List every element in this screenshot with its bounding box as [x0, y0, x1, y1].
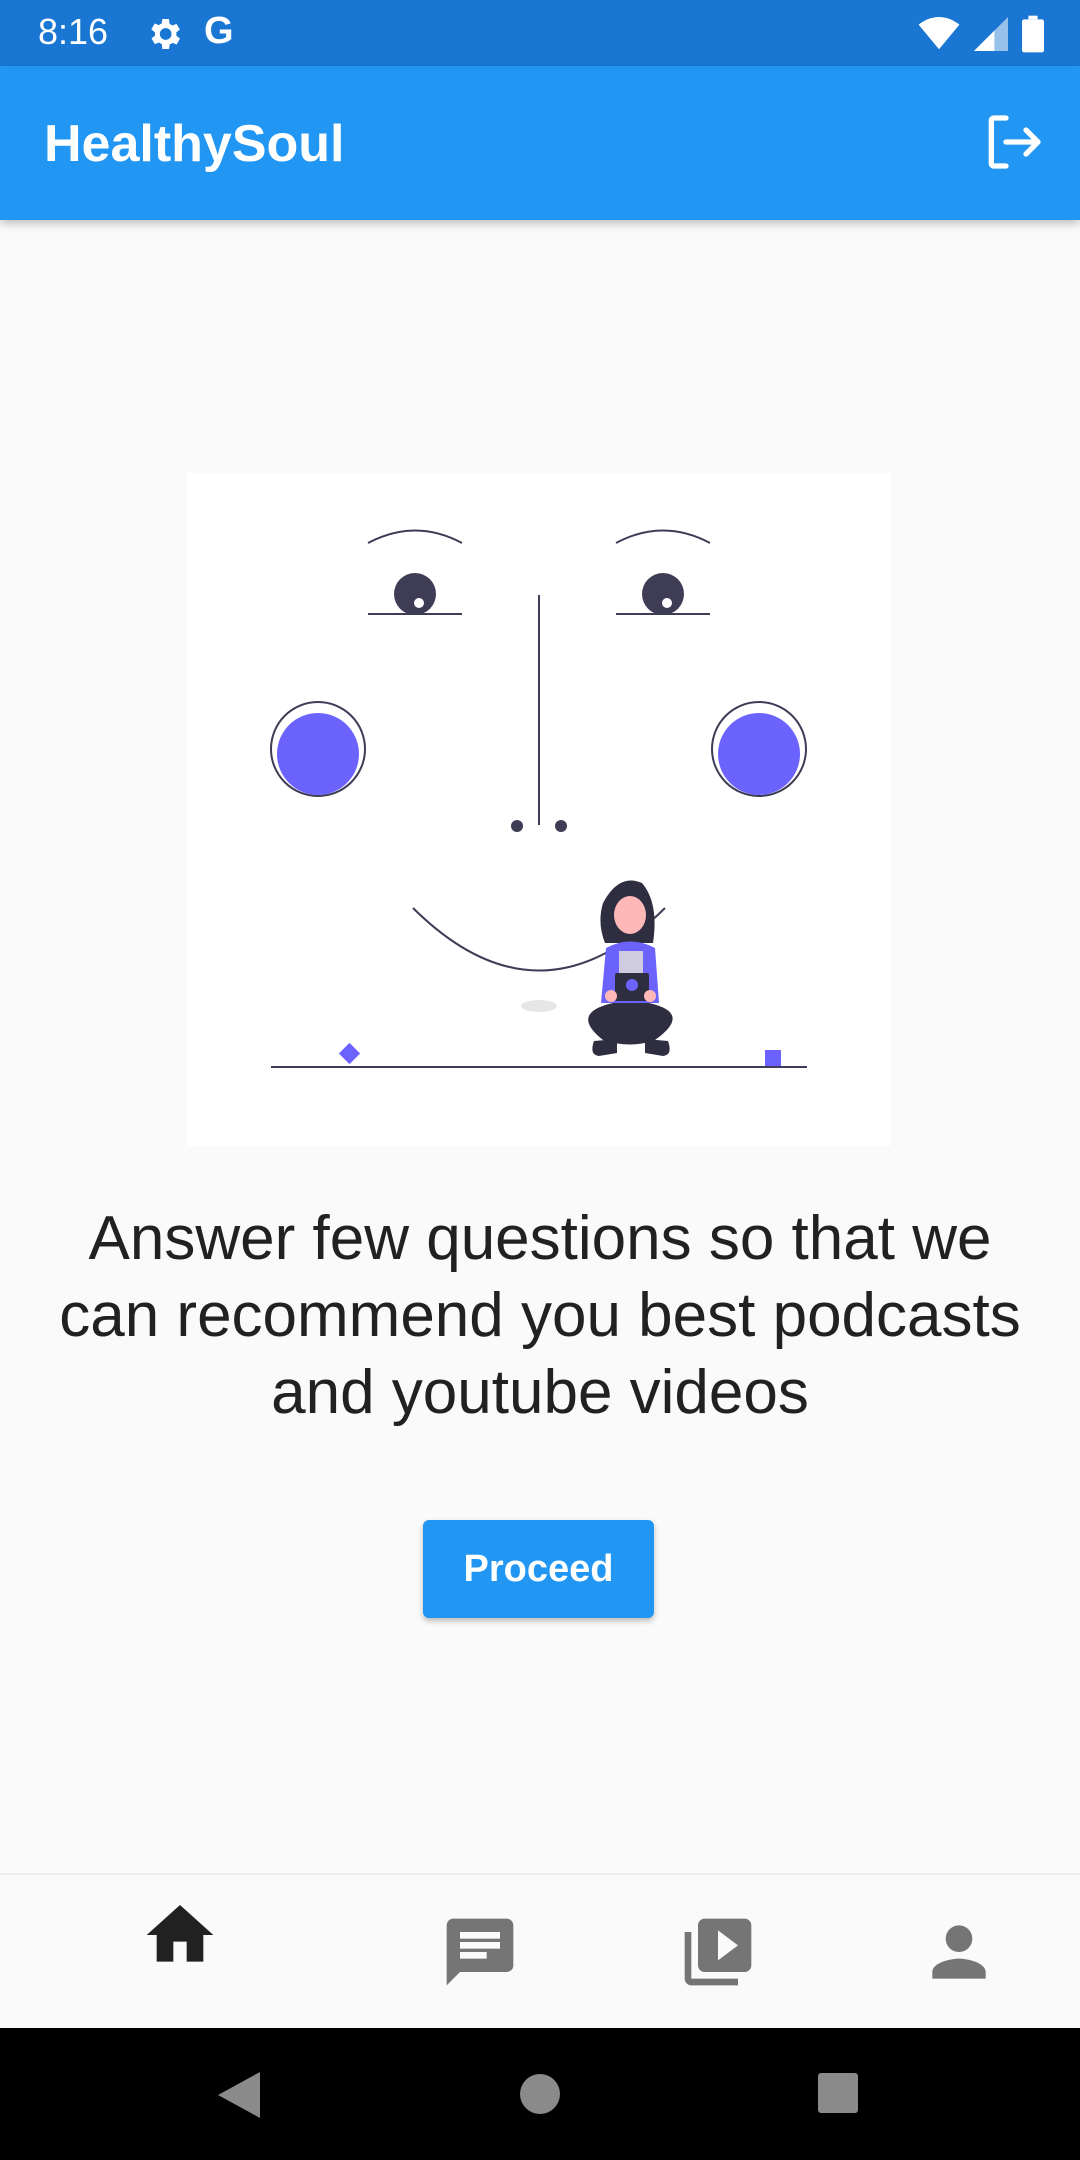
face-illustration: [187, 473, 891, 1146]
person-icon[interactable]: [919, 1912, 999, 1992]
app-bar: HealthySoul: [0, 66, 1080, 220]
back-icon[interactable]: [216, 2070, 262, 2120]
video-library-icon[interactable]: [678, 1912, 758, 1992]
logout-icon[interactable]: [982, 110, 1046, 174]
system-navigation-bar: [0, 2028, 1080, 2160]
status-bar: 8:16 G: [0, 0, 1080, 66]
status-time: 8:16: [38, 11, 109, 52]
recommendation-message: Answer few questions so that we can reco…: [59, 1204, 1021, 1427]
recents-icon[interactable]: [817, 2072, 859, 2114]
home-icon[interactable]: [140, 1895, 220, 1975]
signal-icon: [974, 17, 1008, 51]
google-icon: G: [204, 10, 234, 52]
home-circle-icon[interactable]: [518, 2072, 562, 2116]
proceed-button[interactable]: Proceed: [423, 1520, 654, 1618]
gear-icon: [151, 19, 180, 49]
battery-icon: [1022, 15, 1044, 53]
chat-icon[interactable]: [440, 1912, 520, 1992]
bottom-navigation: [0, 1873, 1080, 2028]
status-icons: [918, 14, 1044, 54]
wifi-icon: [918, 17, 960, 50]
app-title: HealthySoul: [44, 115, 345, 173]
